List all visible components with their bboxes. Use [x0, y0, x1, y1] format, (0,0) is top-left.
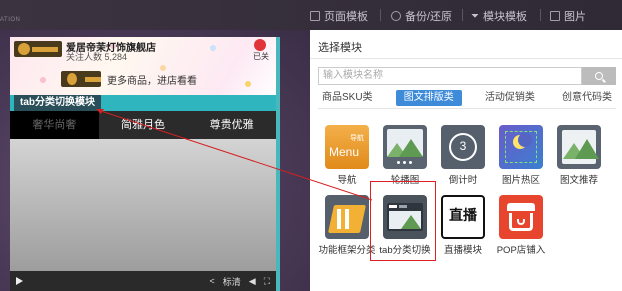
module-countdown[interactable]: 3 倒计时 — [433, 125, 493, 186]
promo-logo — [61, 71, 101, 87]
divider — [318, 108, 616, 109]
carousel-icon — [383, 125, 427, 169]
enter-store-banner[interactable]: 更多商品，进店看看 — [61, 70, 231, 88]
tab-image-text[interactable]: 图文排版类 — [395, 90, 462, 106]
image-hotspot-icon — [499, 125, 543, 169]
top-toolbar: ATION 页面模板 备份/还原 ⏷ 模块模板 图片 — [0, 0, 622, 30]
volume-icon[interactable]: ◀ — [249, 276, 256, 287]
backup-restore-button[interactable]: 备份/还原 — [391, 8, 452, 24]
page-template-label: 页面模板 — [324, 11, 368, 23]
search-icon — [595, 72, 603, 80]
toolbar-faded-label: ATION — [0, 17, 21, 23]
module-label: 功能框架分类 — [318, 245, 376, 256]
module-label: 倒计时 — [448, 175, 478, 186]
category-tabs: 奢华尚奢 简雅月色 尊贵优雅 — [10, 111, 276, 139]
module-template-label: 模块模板 — [483, 11, 527, 23]
promo-text: 更多商品，进店看看 — [107, 75, 197, 87]
mobile-preview: 爱居帝茉灯饰旗舰店 关注人数 5,284 已关 更多商品，进店看看 tab分类切… — [10, 37, 276, 291]
preview-scrollbar[interactable] — [276, 37, 280, 291]
module-template-button[interactable]: ⏷ 模块模板 — [471, 8, 527, 24]
play-icon[interactable] — [16, 277, 23, 285]
highlight-box — [370, 181, 436, 261]
module-pop-store[interactable]: POP店铺入 — [491, 195, 551, 256]
module-label: 图文推荐 — [559, 175, 598, 186]
frame-category-icon — [325, 195, 369, 239]
module-label: POP店铺入 — [496, 245, 546, 256]
store-logo — [14, 41, 62, 57]
tab-creative-code[interactable]: 创意代码类 — [558, 90, 616, 106]
tab-item[interactable]: 尊贵优雅 — [187, 111, 276, 139]
tab-promotion[interactable]: 活动促销类 — [481, 90, 539, 106]
panel-title: 选择模块 — [318, 42, 362, 54]
module-label: 导航 — [337, 175, 357, 186]
favorite-label: 已关 — [253, 52, 269, 61]
backup-icon — [391, 11, 401, 21]
favorite-icon[interactable] — [254, 39, 266, 51]
tab-item[interactable]: 奢华尚奢 — [10, 111, 99, 139]
toolbar-divider — [540, 9, 541, 21]
module-nav[interactable]: 导航 Menu 导航 — [317, 125, 377, 186]
video-controls: < 标清 ◀ ⛶ — [10, 271, 276, 291]
toolbar-divider — [380, 9, 381, 21]
image-label: 图片 — [564, 11, 586, 23]
fullscreen-icon[interactable]: ⛶ — [264, 276, 270, 287]
pop-store-icon — [499, 195, 543, 239]
module-label: 直播模块 — [443, 245, 482, 256]
video-player[interactable] — [10, 139, 276, 279]
tab-sku[interactable]: 商品SKU类 — [318, 90, 377, 106]
module-hotspot[interactable]: 图片热区 — [491, 125, 551, 186]
module-image-text-recommend[interactable]: 图文推荐 — [549, 125, 609, 186]
share-icon[interactable]: < — [209, 276, 214, 286]
module-live[interactable]: 直播 直播模块 — [433, 195, 493, 256]
module-label: 图片热区 — [501, 175, 540, 186]
image-button[interactable]: 图片 — [550, 8, 586, 24]
module-carousel[interactable]: 轮播图 — [375, 125, 435, 186]
selected-module-tag: tab分类切换模块 — [14, 95, 101, 111]
countdown-icon: 3 — [441, 125, 485, 169]
funnel-icon: ⏷ — [471, 10, 479, 22]
page-template-button[interactable]: 页面模板 — [310, 8, 368, 24]
image-icon — [550, 11, 560, 21]
module-frame-category[interactable]: 功能框架分类 — [317, 195, 377, 256]
search-button[interactable] — [582, 67, 616, 85]
store-header: 爱居帝茉灯饰旗舰店 关注人数 5,284 已关 更多商品，进店看看 — [10, 37, 276, 97]
module-search-input[interactable]: 输入模块名称 — [318, 67, 582, 85]
category-tabs: 商品SKU类 图文排版类 活动促销类 创意代码类 — [318, 90, 616, 106]
tab-item[interactable]: 简雅月色 — [99, 111, 188, 139]
page-template-icon — [310, 11, 320, 21]
divider — [310, 58, 622, 59]
backup-restore-label: 备份/还原 — [405, 11, 453, 23]
image-text-recommend-icon — [557, 125, 601, 169]
followers-count: 关注人数 5,284 — [66, 52, 128, 62]
toolbar-divider — [462, 9, 463, 21]
quality-label[interactable]: 标清 — [223, 275, 241, 288]
live-broadcast-icon: 直播 — [441, 195, 485, 239]
menu-nav-icon: 导航 Menu — [325, 125, 369, 169]
